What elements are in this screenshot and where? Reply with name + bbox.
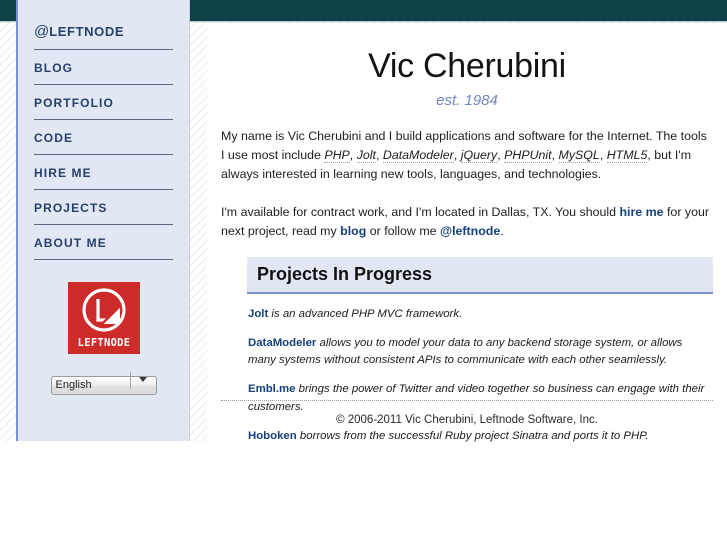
sidebar-item-portfolio[interactable]: PORTFOLIO: [34, 85, 173, 120]
sidebar-item-label: CODE: [34, 131, 74, 145]
tool-mysql[interactable]: MySQL: [558, 148, 600, 164]
tool-phpunit[interactable]: PHPUnit: [504, 148, 552, 164]
sidebar-item-about-me[interactable]: ABOUT ME: [34, 225, 173, 260]
sidebar: @LEFTNODE BLOG PORTFOLIO CODE HIRE ME PR…: [16, 0, 190, 441]
page-root: @LEFTNODE BLOG PORTFOLIO CODE HIRE ME PR…: [0, 0, 727, 442]
sidebar-item-hire-me[interactable]: HIRE ME: [34, 155, 173, 190]
leftnode-mark-icon: [81, 288, 126, 332]
blog-link[interactable]: blog: [340, 224, 366, 238]
sidebar-nav: @LEFTNODE BLOG PORTFOLIO CODE HIRE ME PR…: [18, 0, 189, 260]
project-link-jolt[interactable]: Jolt: [248, 308, 268, 320]
project-link-emblme[interactable]: Embl.me: [248, 383, 295, 395]
projects-heading: Projects In Progress: [247, 257, 713, 295]
availability-text-part1: I'm available for contract work, and I'm…: [221, 204, 620, 219]
sidebar-item-code[interactable]: CODE: [34, 120, 173, 155]
project-item: DataModeler allows you to model your dat…: [247, 335, 713, 369]
copyright-text: © 2006-2011 Vic Cherubini, Leftnode Soft…: [336, 414, 598, 426]
at-symbol-icon: @: [34, 23, 50, 40]
tool-jolt[interactable]: Jolt: [356, 148, 376, 164]
tool-html5[interactable]: HTML5: [606, 148, 648, 164]
sidebar-item-label: HIRE ME: [34, 166, 92, 180]
leftnode-logo-icon[interactable]: LEFTNODE: [67, 282, 140, 354]
sidebar-item-label: ABOUT ME: [34, 236, 107, 250]
sidebar-item-label: PORTFOLIO: [34, 96, 114, 110]
page-tagline: est. 1984: [436, 92, 498, 109]
main-content: Vic Cherubini est. 1984 My name is Vic C…: [207, 23, 727, 442]
tool-datamodeler[interactable]: DataModeler: [382, 148, 454, 164]
hire-me-link[interactable]: hire me: [619, 205, 663, 219]
sidebar-item-blog[interactable]: BLOG: [34, 50, 173, 85]
logo-container: LEFTNODE: [18, 282, 189, 359]
sidebar-item-leftnode[interactable]: @LEFTNODE: [34, 12, 173, 50]
footer: © 2006-2011 Vic Cherubini, Leftnode Soft…: [221, 400, 713, 441]
page-title: Vic Cherubini: [368, 47, 566, 85]
intro-paragraph: My name is Vic Cherubini and I build app…: [221, 129, 707, 182]
availability-text-part3: or follow me: [366, 223, 440, 238]
project-description: is an advanced PHP MVC framework.: [268, 308, 463, 321]
twitter-link[interactable]: @leftnode: [440, 224, 500, 238]
availability-text-part4: .: [500, 223, 504, 238]
tool-jquery[interactable]: jQuery: [460, 148, 498, 164]
sidebar-item-projects[interactable]: PROJECTS: [34, 190, 173, 225]
project-item: Jolt is an advanced PHP MVC framework.: [247, 306, 713, 323]
availability-paragraph: I'm available for contract work, and I'm…: [221, 203, 713, 241]
sidebar-item-label: BLOG: [34, 61, 74, 75]
language-select-container: English: [18, 372, 189, 395]
sidebar-item-label: PROJECTS: [34, 201, 108, 215]
tool-php[interactable]: PHP: [324, 148, 350, 164]
logo-wordmark: LEFTNODE: [77, 336, 130, 349]
sidebar-item-label: LEFTNODE: [49, 24, 125, 39]
project-link-datamodeler[interactable]: DataModeler: [248, 337, 316, 349]
